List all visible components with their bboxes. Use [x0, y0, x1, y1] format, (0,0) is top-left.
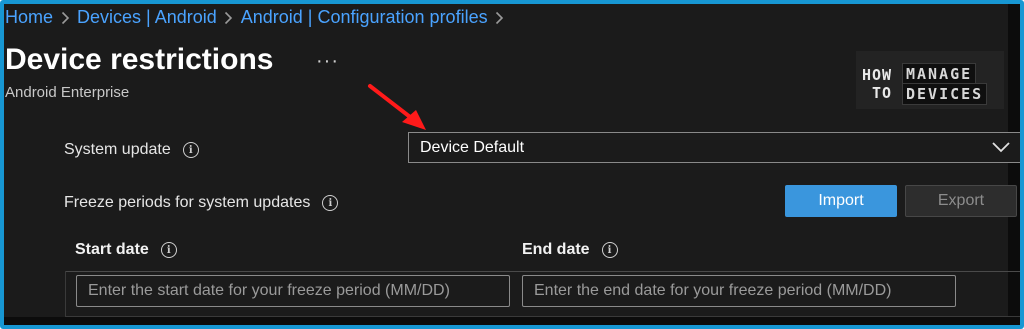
system-update-dropdown[interactable]: Device Default	[408, 132, 1020, 163]
start-date-header: Start date i	[75, 241, 177, 259]
import-button[interactable]: Import	[785, 185, 897, 217]
info-icon[interactable]: i	[182, 142, 199, 158]
breadcrumb: Home Devices | Android Android | Configu…	[5, 7, 512, 28]
app-frame: Home Devices | Android Android | Configu…	[0, 0, 1024, 329]
system-update-selected-value: Device Default	[420, 138, 525, 156]
table-row-divider	[65, 316, 1020, 317]
export-button[interactable]: Export	[905, 185, 1017, 217]
end-date-header-label: End date	[522, 241, 590, 258]
info-icon[interactable]: i	[160, 242, 177, 258]
frame-shadow-right	[1008, 4, 1020, 325]
start-date-input[interactable]	[76, 275, 510, 307]
howtomanagedevices-logo: HOW TO MANAGE DEVICES	[856, 51, 1004, 109]
logo-text-devices: DEVICES	[902, 83, 988, 105]
page-subtitle: Android Enterprise	[5, 84, 130, 101]
freeze-periods-label-row: Freeze periods for system updates i	[64, 194, 339, 212]
page-title: Device restrictions	[5, 43, 274, 76]
table-left-border	[65, 271, 66, 317]
frame-shadow-bottom	[4, 317, 1020, 325]
info-icon[interactable]: i	[601, 242, 618, 258]
system-update-label-row: System update i	[64, 141, 199, 159]
breadcrumb-configuration-profiles[interactable]: Android | Configuration profiles	[241, 7, 488, 28]
system-update-label: System update	[64, 141, 171, 158]
chevron-right-icon	[53, 11, 77, 25]
breadcrumb-devices-android[interactable]: Devices | Android	[77, 7, 217, 28]
breadcrumb-home[interactable]: Home	[5, 7, 53, 28]
more-options-button[interactable]: ···	[316, 50, 339, 73]
logo-text-manage: MANAGE	[902, 63, 977, 85]
table-header-divider	[65, 271, 1020, 272]
red-arrow-icon	[368, 84, 426, 130]
info-icon[interactable]: i	[322, 195, 339, 211]
chevron-right-icon	[217, 11, 241, 25]
end-date-header: End date i	[522, 241, 618, 259]
start-date-header-label: Start date	[75, 241, 149, 258]
freeze-periods-label: Freeze periods for system updates	[64, 194, 311, 211]
chevron-down-icon	[992, 142, 1010, 153]
chevron-right-icon	[488, 11, 512, 25]
logo-text-to: TO	[872, 84, 893, 102]
logo-text-how: HOW	[862, 66, 893, 84]
end-date-input[interactable]	[522, 275, 956, 307]
